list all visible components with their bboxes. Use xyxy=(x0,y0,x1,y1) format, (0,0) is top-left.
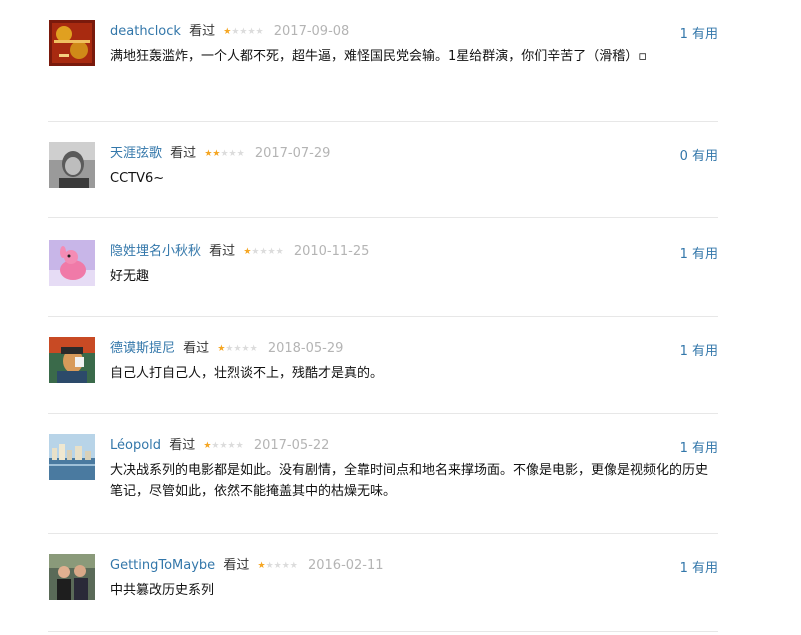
star-icon: ★★★★ xyxy=(251,247,284,257)
star-rating: ★★★★★ xyxy=(243,243,283,261)
useful-votes-link[interactable]: 1 有用 xyxy=(680,557,718,576)
comment-item: Léopold 看过 ★★★★★ 2017-05-22 1 有用 大决战系列的电… xyxy=(48,414,718,534)
comment-date: 2016-02-11 xyxy=(307,558,384,573)
comment-date: 2010-11-25 xyxy=(293,244,370,259)
star-icon: ★★★★ xyxy=(231,27,264,37)
comment-username[interactable]: 天涯弦歌 xyxy=(110,146,162,161)
comment-date: 2018-05-29 xyxy=(267,341,344,356)
useful-votes-link[interactable]: 1 有用 xyxy=(680,437,718,456)
comment-content: 隐姓埋名小秋秋 看过 ★★★★★ 2010-11-25 1 有用 好无趣 xyxy=(110,243,718,287)
watched-status: 看过 xyxy=(223,558,250,573)
watched-status: 看过 xyxy=(183,341,210,356)
city-skyline-avatar-icon[interactable] xyxy=(49,434,95,480)
comment-content: GettingToMaybe 看过 ★★★★★ 2016-02-11 1 有用 … xyxy=(110,557,718,601)
star-rating: ★★★★★ xyxy=(203,437,243,455)
comment-meta: GettingToMaybe 看过 ★★★★★ 2016-02-11 xyxy=(110,557,718,575)
star-rating: ★★★★★ xyxy=(204,145,244,163)
poster-avatar-icon[interactable] xyxy=(49,20,95,66)
star-rating: ★★★★★ xyxy=(223,23,263,41)
comment-meta: deathclock 看过 ★★★★★ 2017-09-08 xyxy=(110,23,718,41)
comment-list: deathclock 看过 ★★★★★ 2017-09-08 1 有用 满地狂轰… xyxy=(48,0,718,632)
star-icon: ★★★★ xyxy=(225,344,258,354)
comment-date: 2017-09-08 xyxy=(273,24,350,39)
comment-username[interactable]: GettingToMaybe xyxy=(110,558,215,573)
comment-meta: 德谟斯提尼 看过 ★★★★★ 2018-05-29 xyxy=(110,340,718,358)
portrait-avatar-icon[interactable] xyxy=(49,142,95,188)
star-icon: ★★★★ xyxy=(211,441,244,451)
comment-content: Léopold 看过 ★★★★★ 2017-05-22 1 有用 大决战系列的电… xyxy=(110,437,718,502)
comment-username[interactable]: 德谟斯提尼 xyxy=(110,341,175,356)
comment-text: 大决战系列的电影都是如此。没有剧情，全靠时间点和地名来撑场面。不像是电影，更像是… xyxy=(110,463,709,499)
comment-text: 好无趣 xyxy=(110,269,150,284)
comment-content: 德谟斯提尼 看过 ★★★★★ 2018-05-29 1 有用 自己人打自己人，壮… xyxy=(110,340,718,384)
star-rating: ★★★★★ xyxy=(257,557,297,575)
star-rating: ★★★★★ xyxy=(217,340,257,358)
useful-votes-link[interactable]: 1 有用 xyxy=(680,243,718,262)
watched-status: 看过 xyxy=(189,24,216,39)
comment-content: deathclock 看过 ★★★★★ 2017-09-08 1 有用 满地狂轰… xyxy=(110,23,718,67)
comment-item: 隐姓埋名小秋秋 看过 ★★★★★ 2010-11-25 1 有用 好无趣 xyxy=(48,218,718,317)
star-icon: ★ xyxy=(257,561,266,571)
comment-meta: 天涯弦歌 看过 ★★★★★ 2017-07-29 xyxy=(110,145,718,163)
watched-status: 看过 xyxy=(209,244,236,259)
useful-votes-link[interactable]: 0 有用 xyxy=(680,145,718,164)
comment-meta: Léopold 看过 ★★★★★ 2017-05-22 xyxy=(110,437,718,455)
useful-votes-link[interactable]: 1 有用 xyxy=(680,23,718,42)
watched-status: 看过 xyxy=(170,146,197,161)
comment-username[interactable]: deathclock xyxy=(110,24,181,39)
useful-votes-link[interactable]: 1 有用 xyxy=(680,340,718,359)
watched-status: 看过 xyxy=(169,438,196,453)
pink-toy-avatar-icon[interactable] xyxy=(49,240,95,286)
comment-username[interactable]: Léopold xyxy=(110,438,161,453)
painting-avatar-icon[interactable] xyxy=(49,337,95,383)
comment-meta: 隐姓埋名小秋秋 看过 ★★★★★ 2010-11-25 xyxy=(110,243,718,261)
comment-content: 天涯弦歌 看过 ★★★★★ 2017-07-29 0 有用 CCTV6~ xyxy=(110,145,718,189)
comment-item: 天涯弦歌 看过 ★★★★★ 2017-07-29 0 有用 CCTV6~ xyxy=(48,122,718,218)
star-icon: ★★ xyxy=(204,149,221,159)
comment-item: 德谟斯提尼 看过 ★★★★★ 2018-05-29 1 有用 自己人打自己人，壮… xyxy=(48,317,718,414)
couple-avatar-icon[interactable] xyxy=(49,554,95,600)
comment-date: 2017-05-22 xyxy=(253,438,330,453)
comment-username[interactable]: 隐姓埋名小秋秋 xyxy=(110,244,201,259)
star-icon: ★★★★ xyxy=(265,561,298,571)
comment-text: 中共篡改历史系列 xyxy=(110,583,215,598)
comment-item: deathclock 看过 ★★★★★ 2017-09-08 1 有用 满地狂轰… xyxy=(48,0,718,122)
comment-text: 自己人打自己人，壮烈谈不上，残酷才是真的。 xyxy=(110,366,384,381)
star-icon: ★★★ xyxy=(220,149,245,159)
comment-text: CCTV6~ xyxy=(110,171,165,186)
comment-date: 2017-07-29 xyxy=(254,146,331,161)
comment-text: 满地狂轰滥炸，一个人都不死，超牛逼，难怪国民党会输。1星给群演，你们辛苦了（滑稽… xyxy=(110,49,648,64)
comment-item: GettingToMaybe 看过 ★★★★★ 2016-02-11 1 有用 … xyxy=(48,534,718,632)
